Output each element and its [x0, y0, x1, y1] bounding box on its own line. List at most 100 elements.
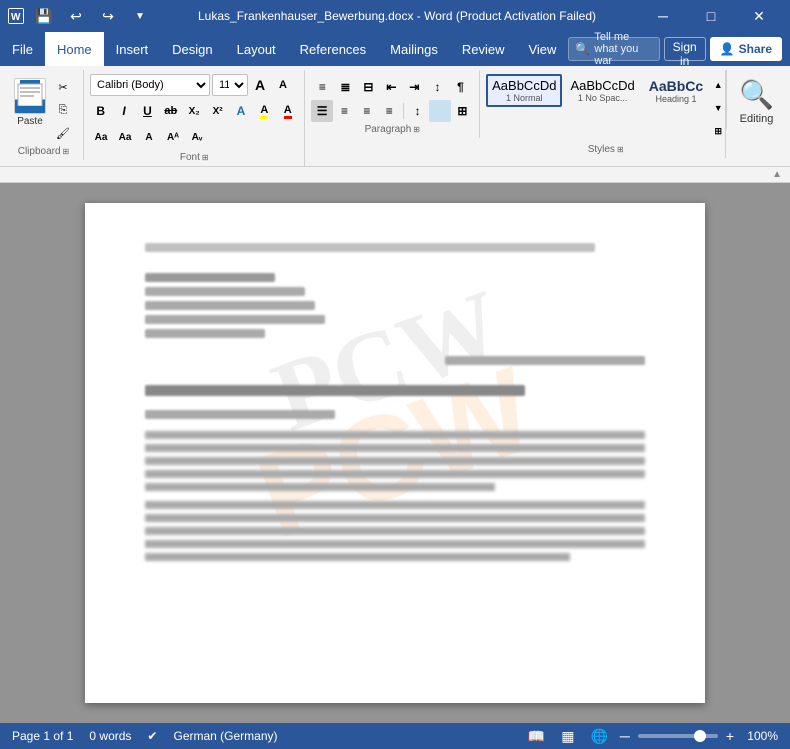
address-line-5	[145, 329, 265, 338]
ribbon-paragraph-group: ≡ ≣ ⊟ ⇤ ⇥ ↕ ¶ ☰ ≡ ≡ ≡ ↕ ⊞ Paragraph ⊞	[305, 70, 480, 138]
borders-button[interactable]: ⊞	[452, 100, 473, 122]
bullets-button[interactable]: ≡	[311, 76, 333, 98]
minimize-button[interactable]: ─	[640, 0, 686, 32]
format-painter-button[interactable]: 🖌	[52, 122, 74, 144]
styles-scroll-down[interactable]: ▼	[711, 97, 725, 119]
spell-check-icon[interactable]: ✔	[147, 729, 157, 743]
save-button[interactable]: 💾	[30, 2, 58, 30]
body-line-10	[145, 553, 570, 561]
italic-button[interactable]: I	[113, 100, 134, 122]
sort-button[interactable]: ↕	[426, 76, 448, 98]
search-icon: 🔍	[575, 42, 590, 56]
justify-button[interactable]: ≡	[379, 100, 400, 122]
font-expand-icon[interactable]: ⊞	[202, 153, 209, 162]
paste-button[interactable]: Paste	[10, 76, 50, 129]
menu-mailings[interactable]: Mailings	[378, 32, 450, 66]
ribbon-clipboard-group: Paste ✂ ⎘ 🖌 Clipboard ⊞	[4, 70, 84, 160]
align-left-button[interactable]: ☰	[311, 100, 332, 122]
document-content[interactable]	[145, 243, 645, 561]
menu-file[interactable]: File	[0, 32, 45, 66]
address-line-4	[145, 315, 325, 324]
menu-insert[interactable]: Insert	[104, 32, 161, 66]
decrease-indent-button[interactable]: ⇤	[380, 76, 402, 98]
grow-font-button[interactable]: Aᴬ	[162, 126, 184, 148]
salutation	[145, 410, 645, 419]
ribbon-collapse-button[interactable]: ▲	[772, 169, 782, 180]
status-left: Page 1 of 1 0 words ✔ German (Germany)	[12, 729, 278, 743]
decrease-font-size-button[interactable]: A	[272, 74, 294, 96]
menu-design[interactable]: Design	[160, 32, 224, 66]
font-color-button[interactable]: A	[277, 100, 298, 122]
underline-button[interactable]: U	[137, 100, 158, 122]
align-right-button[interactable]: ≡	[356, 100, 377, 122]
document-area: PCW PCW	[0, 183, 790, 723]
small-caps-button[interactable]: A	[138, 126, 160, 148]
sign-in-button[interactable]: Sign in	[664, 37, 706, 61]
menu-view[interactable]: View	[516, 32, 568, 66]
shrink-font-button[interactable]: Aᵥ	[186, 126, 208, 148]
font-row2: B I U ab X₂ X² A A A	[90, 100, 298, 122]
increase-font-size-button[interactable]: A	[249, 74, 271, 96]
zoom-level[interactable]: 100%	[742, 729, 778, 743]
text-effects-button[interactable]: A	[230, 100, 251, 122]
menu-home[interactable]: Home	[45, 32, 104, 66]
ribbon-font-group: Calibri (Body) 11 A A B I U ab X₂ X² A	[84, 70, 305, 166]
bold-button[interactable]: B	[90, 100, 111, 122]
menu-review[interactable]: Review	[450, 32, 517, 66]
paste-label: Paste	[17, 116, 43, 127]
subscript-button[interactable]: X₂	[184, 100, 205, 122]
paragraph-label: Paragraph ⊞	[311, 122, 473, 138]
show-formatting-button[interactable]: ¶	[449, 76, 471, 98]
multilevel-list-button[interactable]: ⊟	[357, 76, 379, 98]
shading-button[interactable]	[429, 100, 450, 122]
share-button[interactable]: 👤 Share	[710, 37, 782, 61]
subject-line	[145, 385, 645, 396]
restore-button[interactable]: □	[688, 0, 734, 32]
read-view-button[interactable]: 📖	[524, 726, 549, 747]
align-center-button[interactable]: ≡	[334, 100, 355, 122]
cut-button[interactable]: ✂	[52, 76, 74, 98]
clipboard-expand-icon[interactable]: ⊞	[63, 147, 70, 156]
status-right: 📖 ▦ 🌐 ─ + 100%	[524, 726, 778, 747]
highlight-color-button[interactable]: A	[254, 100, 275, 122]
redo-button[interactable]: ↪	[94, 2, 122, 30]
copy-button[interactable]: ⎘	[52, 99, 74, 121]
line-spacing-button[interactable]: ↕	[407, 100, 428, 122]
clear-formatting-button[interactable]: Aa	[90, 126, 112, 148]
ribbon-styles-group: AaBbCcDd 1 Normal AaBbCcDd 1 No Spac... …	[480, 70, 726, 158]
superscript-button[interactable]: X²	[207, 100, 228, 122]
increase-indent-button[interactable]: ⇥	[403, 76, 425, 98]
customize-quick-access[interactable]: ▼	[126, 2, 154, 30]
menu-layout[interactable]: Layout	[225, 32, 288, 66]
font-label: Font ⊞	[90, 150, 298, 166]
numbering-button[interactable]: ≣	[334, 76, 356, 98]
styles-expand-icon[interactable]: ⊞	[617, 145, 624, 154]
status-bar: Page 1 of 1 0 words ✔ German (Germany) 📖…	[0, 723, 790, 749]
zoom-plus[interactable]: +	[726, 728, 734, 744]
styles-label: Styles ⊞	[486, 142, 725, 158]
undo-button[interactable]: ↩	[62, 2, 90, 30]
print-layout-button[interactable]: ▦	[557, 726, 578, 747]
strikethrough-button[interactable]: ab	[160, 100, 181, 122]
zoom-minus[interactable]: ─	[620, 728, 630, 744]
style-no-spacing[interactable]: AaBbCcDd 1 No Spac...	[564, 74, 640, 107]
styles-expand[interactable]: ⊞	[711, 120, 725, 142]
body-line-2	[145, 444, 645, 452]
page[interactable]: PCW PCW	[85, 203, 705, 703]
style-no-spacing-label: 1 No Spac...	[570, 93, 634, 103]
language[interactable]: German (Germany)	[173, 729, 277, 743]
quick-access-toolbar[interactable]: 💾 ↩ ↪ ▼	[30, 2, 154, 30]
close-button[interactable]: ✕	[736, 0, 782, 32]
style-heading1[interactable]: AaBbCc Heading 1	[643, 74, 709, 108]
web-layout-button[interactable]: 🌐	[586, 726, 611, 747]
menu-references[interactable]: References	[288, 32, 378, 66]
styles-scroll-up[interactable]: ▲	[711, 74, 725, 96]
font-size-select[interactable]: 11	[212, 74, 248, 96]
search-box[interactable]: 🔍 Tell me what you war	[568, 37, 659, 61]
paragraph-expand-icon[interactable]: ⊞	[413, 125, 420, 134]
change-case-button[interactable]: Aa	[114, 126, 136, 148]
zoom-slider[interactable]	[638, 734, 718, 738]
font-name-select[interactable]: Calibri (Body)	[90, 74, 210, 96]
style-heading1-label: Heading 1	[649, 94, 703, 104]
style-normal[interactable]: AaBbCcDd 1 Normal	[486, 74, 562, 107]
